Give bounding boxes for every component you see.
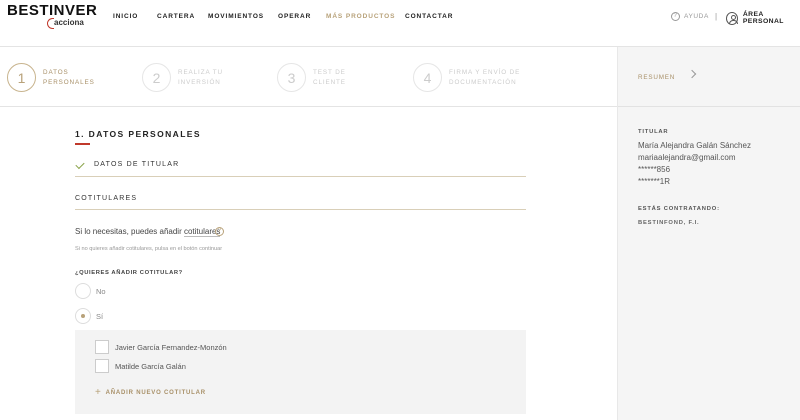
step-label: DATOS PERSONALES <box>43 68 95 86</box>
question-circle-icon: ? <box>671 12 680 21</box>
cotitulares-box: Javier García Fernandez-Monzón Matilde G… <box>75 330 526 414</box>
titular-email: mariaalejandra@gmail.com <box>638 153 736 162</box>
help-label: AYUDA <box>684 13 709 20</box>
user-icon <box>726 11 738 25</box>
resumen-toggle[interactable]: RESUMEN <box>638 74 675 81</box>
logo-subtext: acciona <box>54 18 84 27</box>
step-2[interactable]: 2 REALIZA TU INVERSIÓN <box>142 63 223 92</box>
logo-text: BESTINVER <box>7 2 98 19</box>
hint-text: Si no quieres añadir cotitulares, pulsa … <box>75 246 223 252</box>
titular-label: TITULAR <box>638 129 669 135</box>
product-name: BESTINFOND, F.I. <box>638 220 700 226</box>
area-personal-link[interactable]: ÁREA PERSONAL <box>726 11 800 25</box>
area-personal-label: ÁREA PERSONAL <box>742 11 784 25</box>
cotitular-name[interactable]: Matilde García Galán <box>115 362 186 371</box>
radio-no-label[interactable]: No <box>96 287 106 296</box>
add-cotitular-label: AÑADIR NUEVO COTITULAR <box>105 390 206 396</box>
help-link[interactable]: ? AYUDA <box>671 12 709 21</box>
step-number: 2 <box>142 63 171 92</box>
step-label: TEST DE CLIENTE <box>313 68 346 86</box>
chevron-right-icon[interactable] <box>687 69 697 79</box>
titular-section-label: DATOS DE TITULAR <box>94 161 180 168</box>
titular-document: *******1R <box>638 177 671 186</box>
steps-bar: 1 DATOS PERSONALES 2 REALIZA TU INVERSIÓN … <box>0 47 617 107</box>
summary-panel: RESUMEN TITULAR María Alejandra Galán Sá… <box>617 47 800 420</box>
nav-contactar[interactable]: CONTACTAR <box>405 13 453 20</box>
step-3[interactable]: 3 TEST DE CLIENTE <box>277 63 346 92</box>
step-number: 3 <box>277 63 306 92</box>
step-label: REALIZA TU INVERSIÓN <box>178 68 223 86</box>
plus-icon: + <box>95 387 102 398</box>
step-label: FIRMA Y ENVÍO DE DOCUMENTACIÓN <box>449 68 521 86</box>
nav-operar[interactable]: OPERAR <box>278 13 311 20</box>
bestinver-logo[interactable]: BESTINVER acciona <box>7 2 98 29</box>
step-1[interactable]: 1 DATOS PERSONALES <box>7 63 95 92</box>
titular-section-header[interactable]: DATOS DE TITULAR <box>75 159 526 177</box>
titular-phone: ******856 <box>638 165 671 174</box>
cotitular-checkbox[interactable] <box>95 340 109 354</box>
cotitulares-section-label: COTITULARES <box>75 195 138 202</box>
title-accent-line <box>75 143 90 145</box>
cotitular-name[interactable]: Javier García Fernandez-Monzón <box>115 343 227 352</box>
step-4[interactable]: 4 FIRMA Y ENVÍO DE DOCUMENTACIÓN <box>413 63 520 92</box>
add-cotitular-question: ¿QUIERES AÑADIR COTITULAR? <box>75 270 183 276</box>
radio-si-label[interactable]: Sí <box>96 312 103 321</box>
add-cotitulares-text: Si lo necesitas, puedes añadir cotitular… <box>75 227 221 237</box>
contracting-label: ESTÁS CONTRATANDO: <box>638 206 720 212</box>
radio-no[interactable] <box>75 283 91 299</box>
radio-si[interactable] <box>75 308 91 324</box>
nav-movimientos[interactable]: MOVIMIENTOS <box>208 13 264 20</box>
summary-divider <box>618 106 800 107</box>
top-header: BESTINVER acciona INICIO CARTERA MOVIMIE… <box>0 0 800 47</box>
step-number: 4 <box>413 63 442 92</box>
step-number: 1 <box>7 63 36 92</box>
nav-mas-productos[interactable]: MÁS PRODUCTOS <box>326 13 395 20</box>
cotitular-checkbox[interactable] <box>95 359 109 373</box>
add-cotitular-button[interactable]: + AÑADIR NUEVO COTITULAR <box>95 387 206 398</box>
check-icon <box>75 159 85 170</box>
acciona-swirl-icon <box>47 18 54 29</box>
header-separator: | <box>715 12 718 21</box>
titular-name: María Alejandra Galán Sánchez <box>638 141 751 150</box>
nav-inicio[interactable]: INICIO <box>113 13 138 20</box>
nav-cartera[interactable]: CARTERA <box>157 13 195 20</box>
info-help-icon[interactable]: ? <box>215 227 224 236</box>
page-title: 1. DATOS PERSONALES <box>75 129 201 139</box>
cotitulares-section-header: COTITULARES <box>75 193 526 210</box>
